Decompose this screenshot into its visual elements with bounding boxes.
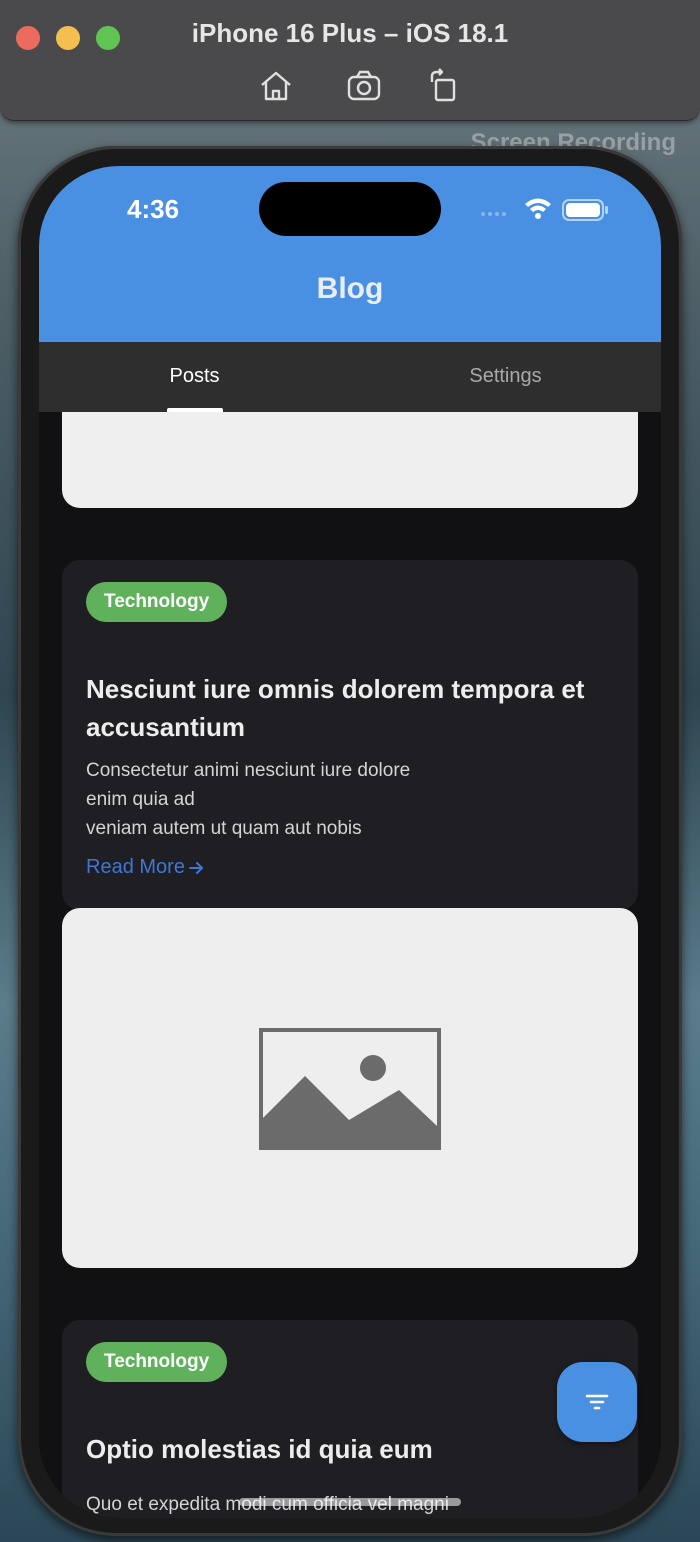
post-image[interactable] <box>62 908 638 1268</box>
tab-bar: Posts Settings <box>39 342 661 413</box>
dynamic-island <box>259 182 441 236</box>
tab-posts[interactable]: Posts <box>39 342 350 412</box>
status-time: 4:36 <box>127 194 180 224</box>
category-badge: Technology <box>86 1342 228 1382</box>
posts-list[interactable]: Technology Nesciunt iure omnis dolorem t… <box>39 412 661 1518</box>
battery-icon <box>562 199 608 221</box>
home-indicator <box>239 1498 461 1506</box>
read-more-label: Read More <box>86 856 185 878</box>
post-card[interactable]: Technology Optio molestias id quia eum Q… <box>62 1320 638 1518</box>
phone-screen: 4:36 Blog Posts Settings Technology Nesc… <box>39 166 661 1518</box>
page-title: Blog <box>316 272 384 305</box>
app-header: 4:36 Blog <box>39 166 661 342</box>
read-more-link[interactable]: Read More <box>86 856 205 879</box>
cellular-dots-icon <box>481 212 506 216</box>
image-placeholder-icon <box>259 1028 441 1150</box>
simulator-title: iPhone 16 Plus – iOS 18.1 <box>191 18 509 48</box>
post-title: Optio molestias id quia eum <box>86 1434 433 1464</box>
screenshot-icon[interactable] <box>344 66 384 106</box>
wifi-icon <box>525 198 551 219</box>
arrow-right-icon <box>188 861 203 874</box>
previous-post-image[interactable] <box>62 412 638 508</box>
post-card[interactable]: Technology Nesciunt iure omnis dolorem t… <box>62 560 638 910</box>
simulator-title-bar: iPhone 16 Plus – iOS 18.1 <box>0 0 700 121</box>
status-icons <box>481 194 611 224</box>
tab-settings[interactable]: Settings <box>350 342 661 412</box>
excerpt-line: enim quia ad <box>86 789 195 810</box>
rotate-icon[interactable] <box>424 66 464 106</box>
home-icon[interactable] <box>256 66 296 106</box>
post-excerpt: Consectetur animi nesciunt iure dolore e… <box>86 756 410 843</box>
category-badge: Technology <box>86 582 228 622</box>
filter-button[interactable] <box>557 1362 637 1442</box>
excerpt-line: Consectetur animi nesciunt iure dolore <box>86 760 411 781</box>
filter-icon <box>585 1394 609 1410</box>
post-title: Nesciunt iure omnis dolorem tempora et a… <box>86 674 585 742</box>
excerpt-line: veniam autem ut quam aut nobis <box>86 818 362 839</box>
